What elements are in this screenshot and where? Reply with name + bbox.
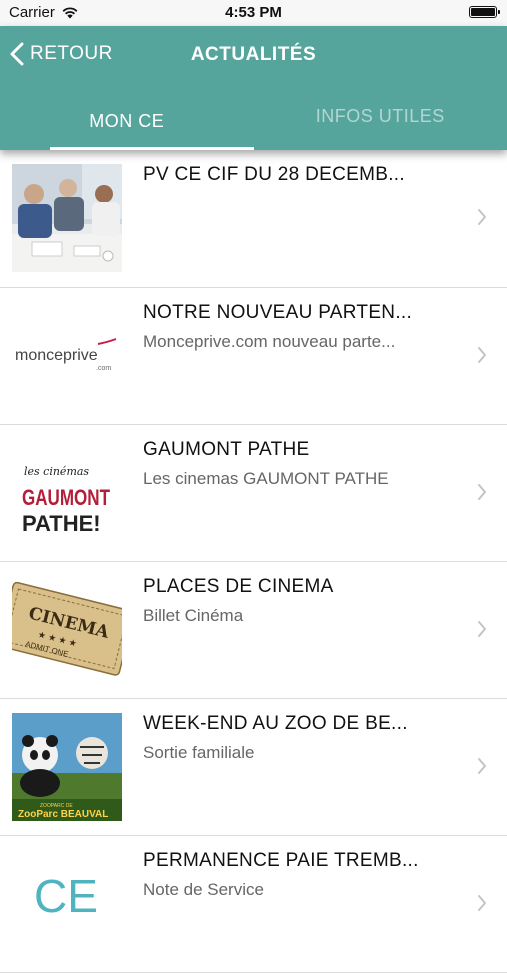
back-button[interactable]: RETOUR xyxy=(10,42,113,66)
business-meeting-photo xyxy=(12,164,122,272)
chevron-right-icon xyxy=(477,346,487,364)
item-subtitle: Monceprive.com nouveau parte... xyxy=(143,332,443,352)
chevron-left-icon xyxy=(10,42,24,66)
gaumont-pathe-logo: les cinémas GAUMONT PATHE! xyxy=(12,439,122,547)
svg-text:ZooParc BEAUVAL: ZooParc BEAUVAL xyxy=(18,809,108,820)
tab-mon-ce[interactable]: MON CE xyxy=(0,94,254,150)
battery-icon xyxy=(469,6,497,18)
tab-bar: MON CE INFOS UTILES xyxy=(0,94,507,150)
cinema-ticket-image: CINEMA ★ ★ ★ ★ ADMIT ONE xyxy=(12,576,122,684)
zooparc-beauval-image: ZOOPARC DE ZooParc BEAUVAL xyxy=(12,713,122,821)
chevron-right-icon xyxy=(477,208,487,226)
list-item[interactable]: PV CE CIF DU 28 DECEMB... xyxy=(0,150,507,288)
list-item[interactable]: CE PERMANENCE PAIE TREMB... Note de Serv… xyxy=(0,836,507,973)
tab-infos-utiles[interactable]: INFOS UTILES xyxy=(254,94,507,150)
list-item[interactable]: CINEMA ★ ★ ★ ★ ADMIT ONE PLACES DE CINEM… xyxy=(0,562,507,699)
item-subtitle: Les cinemas GAUMONT PATHE xyxy=(143,469,443,489)
nav-header: RETOUR ACTUALITÉS MON CE INFOS UTILES xyxy=(0,26,507,150)
item-subtitle: Note de Service xyxy=(143,880,443,900)
svg-text:les cinémas: les cinémas xyxy=(24,465,89,478)
item-title: NOTRE NOUVEAU PARTEN... xyxy=(143,302,443,324)
item-title: PLACES DE CINEMA xyxy=(143,576,443,598)
chevron-right-icon xyxy=(477,757,487,775)
status-time: 4:53 PM xyxy=(0,4,507,21)
list-item[interactable]: ZOOPARC DE ZooParc BEAUVAL WEEK-END AU Z… xyxy=(0,699,507,836)
news-list: PV CE CIF DU 28 DECEMB... monceprive .co… xyxy=(0,150,507,973)
svg-text:GAUMONT: GAUMONT xyxy=(22,485,110,510)
chevron-right-icon xyxy=(477,894,487,912)
logo-text: monceprive xyxy=(15,347,98,364)
ce-logo: CE xyxy=(12,850,122,958)
list-item[interactable]: les cinémas GAUMONT PATHE! GAUMONT PATHE… xyxy=(0,425,507,562)
chevron-right-icon xyxy=(477,483,487,501)
item-title: WEEK-END AU ZOO DE BE... xyxy=(143,713,443,735)
back-label: RETOUR xyxy=(30,43,113,65)
list-item[interactable]: monceprive .com NOTRE NOUVEAU PARTEN... … xyxy=(0,288,507,425)
item-title: GAUMONT PATHE xyxy=(143,439,443,461)
chevron-right-icon xyxy=(477,620,487,638)
monceprive-logo: monceprive .com xyxy=(12,302,122,410)
svg-text:PATHE!: PATHE! xyxy=(22,511,101,536)
item-title: PV CE CIF DU 28 DECEMB... xyxy=(143,164,443,186)
item-subtitle: Sortie familiale xyxy=(143,743,443,763)
status-bar: Carrier 4:53 PM xyxy=(0,0,507,26)
item-title: PERMANENCE PAIE TREMB... xyxy=(143,850,443,872)
logo-sub: .com xyxy=(96,365,111,372)
svg-text:CE: CE xyxy=(34,870,98,922)
item-subtitle: Billet Cinéma xyxy=(143,606,443,626)
